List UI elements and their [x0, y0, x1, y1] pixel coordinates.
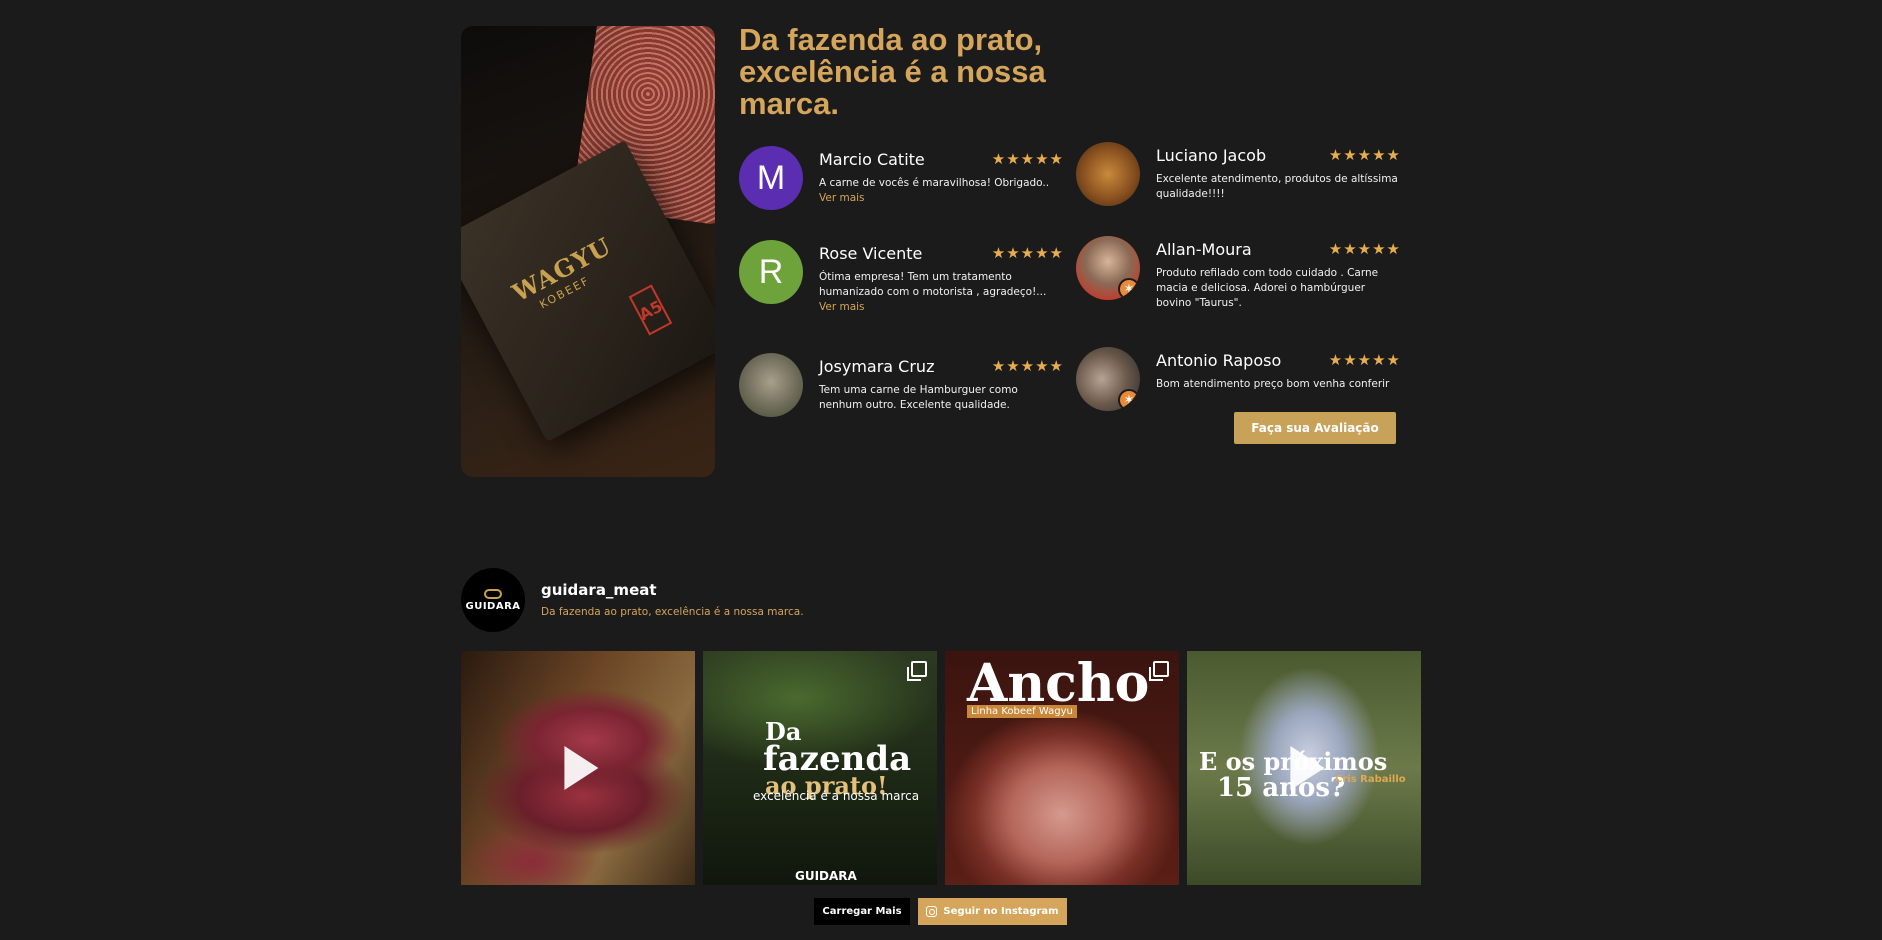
avatar: M	[739, 146, 803, 210]
hero-product-image: WAGYU KOBEEF A5	[461, 26, 715, 477]
instagram-avatar[interactable]: GUIDARA	[461, 568, 525, 632]
avatar: ✶	[1076, 347, 1140, 411]
review-text: A carne de vocês é maravilhosa! Obrigado…	[819, 176, 1064, 206]
avatar: ✶	[1076, 236, 1140, 300]
review-text: Tem uma carne de Hamburguer como nenhum …	[819, 384, 1018, 411]
post-tag: Linha Kobeef Wagyu	[967, 705, 1077, 718]
instagram-icon	[926, 906, 938, 917]
carousel-icon	[907, 661, 927, 681]
post-title: 15 anos?	[1217, 773, 1346, 803]
instagram-bio: Da fazenda ao prato, excelência é a noss…	[541, 606, 804, 618]
review-text: Ótima empresa! Tem um tratamento humaniz…	[819, 270, 1064, 315]
avatar-logo-text: GUIDARA	[465, 600, 521, 612]
follow-label: Seguir no Instagram	[943, 906, 1059, 917]
review-body: A carne de vocês é maravilhosa! Obrigado…	[819, 177, 1050, 189]
load-more-button[interactable]: Carregar Mais	[814, 898, 910, 925]
reviewer-name: Antonio Raposo	[1156, 351, 1282, 370]
star-rating: ★★★★★	[991, 357, 1064, 375]
post-person: Cris Rabaillo	[1335, 774, 1406, 785]
avatar	[739, 353, 803, 417]
reviewer-name: Josymara Cruz	[819, 357, 935, 376]
reviewer-name: Luciano Jacob	[1156, 146, 1267, 165]
star-rating: ★★★★★	[1328, 351, 1401, 369]
read-more-link[interactable]: Ver mais	[819, 192, 865, 204]
box-grade-label: A5	[628, 284, 673, 336]
instagram-handle[interactable]: guidara_meat	[541, 581, 657, 599]
post-brand: GUIDARA	[795, 869, 857, 883]
local-guide-badge-icon: ✶	[1118, 389, 1140, 411]
local-guide-badge-icon: ✶	[1118, 278, 1140, 300]
star-rating: ★★★★★	[1328, 146, 1401, 164]
review-text: Excelente atendimento, produtos de altís…	[1156, 173, 1398, 200]
review-text: Bom atendimento preço bom venha conferir	[1156, 378, 1390, 390]
star-rating: ★★★★★	[991, 244, 1064, 262]
avatar	[1076, 142, 1140, 206]
post-subtitle: excelência é a nossa marca	[753, 789, 920, 803]
play-icon	[564, 746, 599, 790]
review-body: Ótima empresa! Tem um tratamento humaniz…	[819, 271, 1047, 298]
instagram-feed-grid: Da fazenda ao prato! excelência é a noss…	[461, 651, 1421, 885]
reviewer-name: Rose Vicente	[819, 244, 923, 263]
review-text: Produto refilado com todo cuidado . Carn…	[1156, 267, 1379, 309]
follow-instagram-button[interactable]: Seguir no Instagram	[918, 898, 1067, 925]
reviews-headline: Da fazenda ao prato, excelência é a noss…	[739, 22, 1046, 121]
star-rating: ★★★★★	[1328, 240, 1401, 258]
star-rating: ★★★★★	[991, 150, 1064, 168]
write-review-button[interactable]: Faça sua Avaliação	[1234, 412, 1396, 444]
guidara-logo-icon	[484, 588, 502, 599]
reviewer-name: Allan-Moura	[1156, 240, 1252, 259]
read-more-link[interactable]: Ver mais	[819, 301, 865, 313]
instagram-post[interactable]: E os próximos 15 anos? Cris Rabaillo	[1187, 651, 1421, 885]
instagram-post[interactable]: Da fazenda ao prato! excelência é a noss…	[703, 651, 937, 885]
play-icon	[1290, 746, 1325, 790]
instagram-post[interactable]	[461, 651, 695, 885]
reviewer-name: Marcio Catite	[819, 150, 925, 169]
instagram-post[interactable]: Ancho Linha Kobeef Wagyu	[945, 651, 1179, 885]
carousel-icon	[1149, 661, 1169, 681]
avatar: R	[739, 240, 803, 304]
